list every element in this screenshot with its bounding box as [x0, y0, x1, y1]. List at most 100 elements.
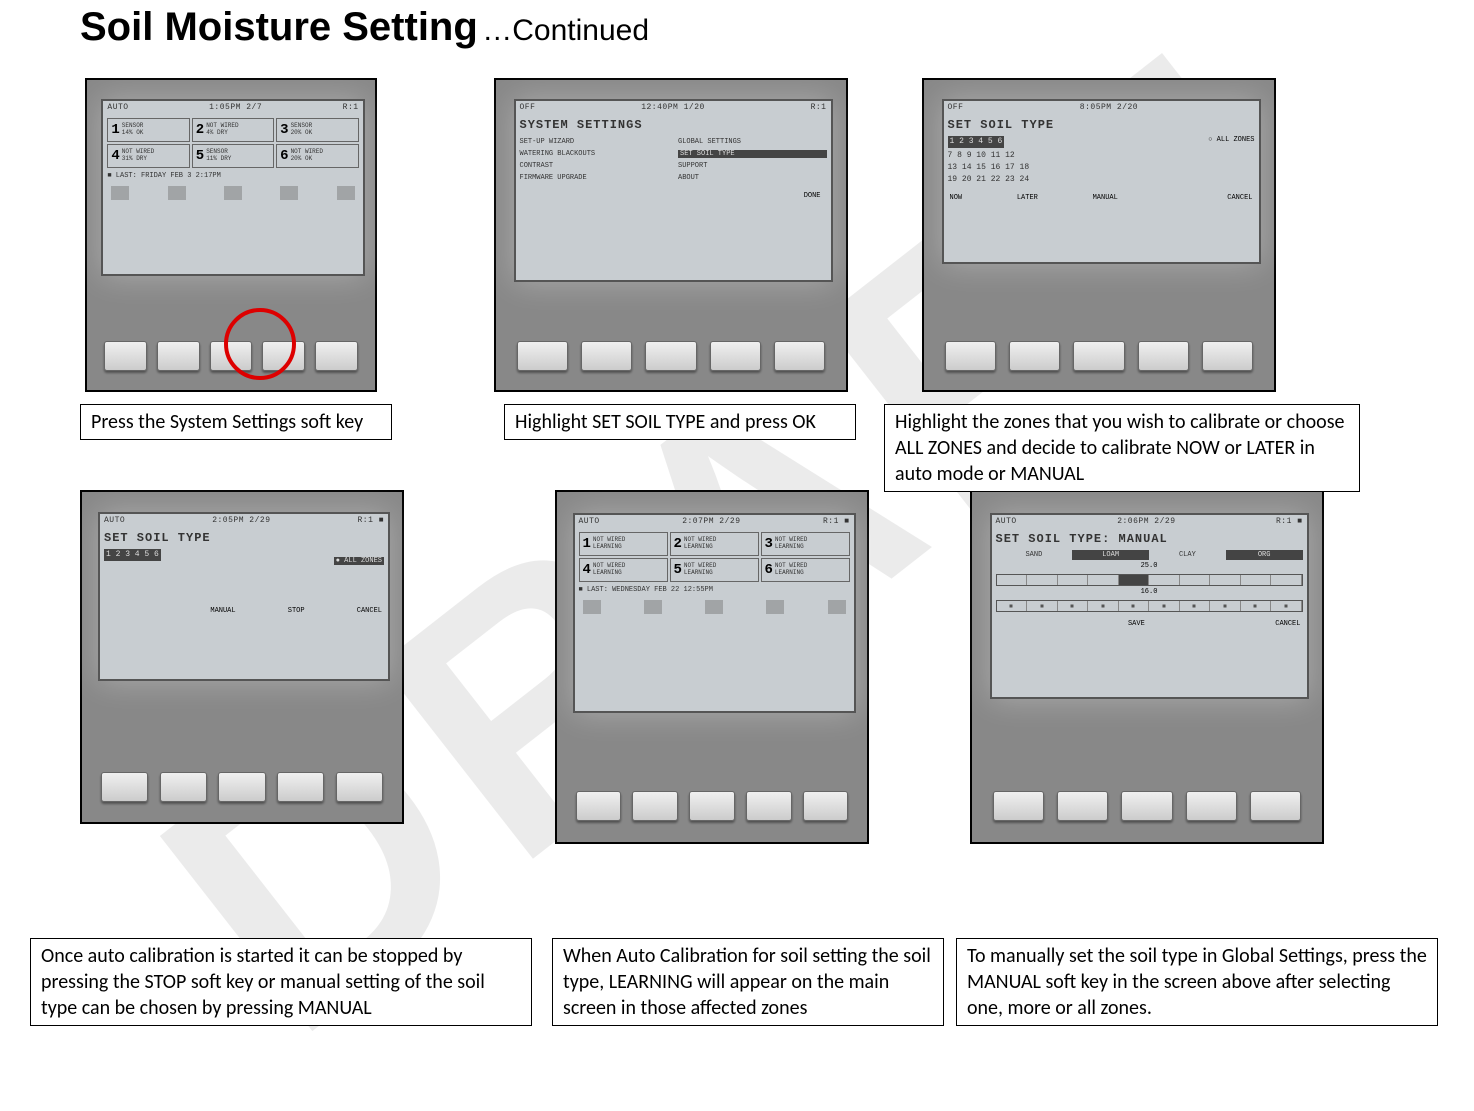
zone-num: 4	[581, 562, 593, 578]
softkey-2[interactable]	[1057, 791, 1108, 821]
zone-row[interactable]: 19 20 21 22 23 24	[948, 175, 1030, 184]
softkey-5[interactable]	[803, 791, 849, 821]
softkey-1[interactable]	[517, 341, 568, 371]
softkey-1[interactable]	[993, 791, 1044, 821]
softlabel-done: DONE	[520, 192, 827, 200]
softkey-1[interactable]	[104, 341, 147, 371]
menu-item-global-settings[interactable]: GLOBAL SETTINGS	[678, 138, 827, 146]
softkey-cancel[interactable]	[1202, 341, 1253, 371]
settings-menu: SET-UP WIZARD GLOBAL SETTINGS WATERING B…	[520, 138, 827, 182]
softlabel-manual: MANUAL	[1093, 194, 1118, 202]
title-main: Soil Moisture Setting	[80, 5, 478, 49]
softkey-4[interactable]	[1138, 341, 1189, 371]
lcd-datetime: 8:05PM 2/20	[1080, 103, 1138, 112]
zone-num: 3	[763, 536, 775, 552]
soil-seg-sand: SAND	[996, 550, 1073, 560]
zone-text: NOT WIREDLEARNING	[775, 563, 807, 576]
lcd-datetime: 2:07PM 2/29	[682, 517, 740, 526]
zones-icon	[168, 186, 186, 200]
device-panel-set-soil-type-manual: AUTO 2:06PM 2/29 R:1 ■ SET SOIL TYPE: MA…	[970, 490, 1324, 844]
softkey-cancel[interactable]	[336, 772, 383, 802]
softkey-manual[interactable]	[1073, 341, 1124, 371]
lcd-screen: OFF 8:05PM 2/20 SET SOIL TYPE 1 2 3 4 5 …	[942, 99, 1261, 264]
settings-gear-icon	[280, 186, 298, 200]
zone-number-grid[interactable]: 1 2 3 4 5 6	[104, 549, 161, 563]
softlabel-save: SAVE	[1128, 620, 1145, 628]
softkey-2[interactable]	[632, 791, 678, 821]
softkey-stop[interactable]	[277, 772, 324, 802]
zone-row-selected[interactable]: 1 2 3 4 5 6	[104, 549, 161, 561]
menu-item-contrast[interactable]: CONTRAST	[520, 162, 669, 170]
page-icon	[337, 186, 355, 200]
softlabel-cancel: CANCEL	[1227, 194, 1252, 202]
softkey-3[interactable]	[689, 791, 735, 821]
zone-num: 5	[672, 562, 684, 578]
zone-num: 5	[194, 148, 206, 164]
last-watered-status: ■ LAST: WEDNESDAY FEB 22 12:55PM	[579, 586, 850, 594]
lcd-mode: AUTO	[107, 103, 128, 112]
lcd-screen: AUTO 1:05PM 2/7 R:1 1SENSOR14% OK 2NOT W…	[101, 99, 364, 277]
zone-row-selected[interactable]: 1 2 3 4 5 6	[948, 136, 1005, 148]
lcd-screen-title: SYSTEM SETTINGS	[520, 118, 827, 132]
moisture-slider-top[interactable]	[996, 574, 1303, 586]
hardware-button-row	[101, 772, 383, 802]
cloud-icon	[111, 186, 129, 200]
softkey-later[interactable]	[1009, 341, 1060, 371]
lcd-datetime: 12:40PM 1/20	[641, 103, 705, 112]
softkey-2[interactable]	[157, 341, 200, 371]
menu-item-watering-blackouts[interactable]: WATERING BLACKOUTS	[520, 150, 669, 158]
softkey-now[interactable]	[945, 341, 996, 371]
softkey-4[interactable]	[710, 341, 761, 371]
all-zones-option-selected[interactable]: ● ALL ZONES	[334, 557, 384, 565]
zone-row[interactable]: 7 8 9 10 11 12	[948, 151, 1015, 160]
softkey-save[interactable]	[1121, 791, 1172, 821]
lcd-mode: AUTO	[579, 517, 600, 526]
softlabel-row: MANUAL STOP CANCEL	[104, 607, 384, 615]
all-zones-option[interactable]: ○ ALL ZONES	[1208, 136, 1254, 144]
hardware-button-row	[576, 791, 849, 821]
menu-item-support[interactable]: SUPPORT	[678, 162, 827, 170]
softkey-4[interactable]	[1186, 791, 1237, 821]
lcd-mode: OFF	[948, 103, 964, 112]
softlabel-later: LATER	[1017, 194, 1038, 202]
moisture-slider-bottom[interactable]	[996, 600, 1303, 612]
zone-number-grid[interactable]: 1 2 3 4 5 6 7 8 9 10 11 12 13 14 15 16 1…	[948, 136, 1030, 186]
alert-icon	[705, 600, 723, 614]
caption-step-2: Highlight SET SOIL TYPE and press OK	[504, 404, 856, 440]
softkey-manual[interactable]	[218, 772, 265, 802]
softkey-4[interactable]	[746, 791, 792, 821]
softkey-5[interactable]	[315, 341, 358, 371]
zone-row[interactable]: 13 14 15 16 17 18	[948, 163, 1030, 172]
soil-seg-loam-selected: LOAM	[1072, 550, 1149, 560]
zone-cell: 4NOT WIRED31% DRY	[107, 144, 189, 168]
zone-cell: 2NOT WIRED4% DRY	[192, 118, 274, 142]
zone-cell: 6NOT WIRED20% OK	[276, 144, 358, 168]
zone-status-grid: 1SENSOR14% OK 2NOT WIRED4% DRY 3SENSOR20…	[107, 118, 358, 168]
softkey-5-done[interactable]	[774, 341, 825, 371]
lcd-screen: OFF 12:40PM 1/20 R:1 SYSTEM SETTINGS SET…	[514, 99, 833, 283]
caption-step-3: Highlight the zones that you wish to cal…	[884, 404, 1360, 492]
zone-cell: 5SENSOR11% DRY	[192, 144, 274, 168]
lcd-mode: OFF	[520, 103, 536, 112]
softkey-3[interactable]	[645, 341, 696, 371]
softkey-1[interactable]	[576, 791, 622, 821]
menu-item-about[interactable]: ABOUT	[678, 174, 827, 182]
softkey-2[interactable]	[160, 772, 207, 802]
softkey-1[interactable]	[101, 772, 148, 802]
softkey-2[interactable]	[581, 341, 632, 371]
hardware-button-row	[993, 791, 1301, 821]
settings-gear-icon	[766, 600, 784, 614]
zones-icon	[644, 600, 662, 614]
lcd-datetime: 2:06PM 2/29	[1117, 517, 1175, 526]
zone-text: NOT WIREDLEARNING	[593, 563, 625, 576]
zone-text: NOT WIRED31% DRY	[122, 149, 154, 162]
softkey-cancel[interactable]	[1250, 791, 1301, 821]
menu-item-setup-wizard[interactable]: SET-UP WIZARD	[520, 138, 669, 146]
lcd-runtime: R:1 ■	[823, 517, 850, 526]
lcd-mode: AUTO	[996, 517, 1017, 526]
caption-step-1: Press the System Settings soft key	[80, 404, 392, 440]
zone-text: NOT WIREDLEARNING	[775, 537, 807, 550]
menu-item-set-soil-type-highlighted[interactable]: SET SOIL TYPE	[678, 150, 827, 158]
highlight-circle-icon	[224, 308, 296, 380]
menu-item-firmware-upgrade[interactable]: FIRMWARE UPGRADE	[520, 174, 669, 182]
